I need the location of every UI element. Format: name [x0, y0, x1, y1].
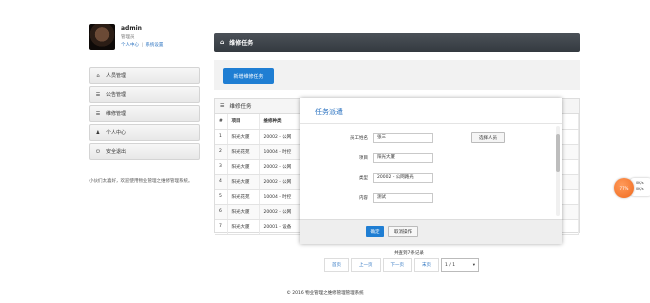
user-name: admin [121, 25, 142, 32]
page-title: 维修任务 [229, 40, 254, 47]
table-title: 维修任务 [229, 104, 252, 110]
cell-project: 阳光大厦 [227, 204, 260, 220]
sidebar-item-notice[interactable]: ☰ 公告管理 [89, 86, 200, 103]
power-icon: ⏻ [96, 148, 100, 155]
employee-name-label: 员工姓名 [350, 136, 368, 141]
cell-project: 阳光大厦 [227, 219, 260, 235]
project-label: 项目 [359, 156, 368, 161]
download-speed: 0K/s [636, 187, 644, 191]
type-label: 类型 [359, 176, 368, 181]
sidebar-item-label: 人员管理 [106, 73, 127, 79]
cell-index: 5 [215, 189, 228, 205]
cell-index: 1 [215, 129, 228, 145]
memory-widget[interactable]: 77% [614, 178, 634, 198]
modal-scrollbar[interactable] [556, 126, 560, 216]
sidebar-item-repair[interactable]: ☰ 维修管理 [89, 105, 200, 122]
modal-title: 任务派遣 [315, 108, 343, 116]
cell-project: 阳光花苑 [227, 144, 260, 160]
footer-copyright: © 2016 物业管理之维修管理管理系统 [286, 291, 364, 296]
cell-project: 阳光大厦 [227, 129, 260, 145]
personal-center-link[interactable]: 个人中心 [121, 43, 139, 48]
home-icon: ⌂ [220, 39, 225, 46]
dispatch-modal: 任务派遣 员工姓名 张三 选择人员 项目 阳光大厦 类型 20002 - 公网路… [300, 98, 562, 244]
modal-footer: 确定 取消操作 [300, 219, 562, 244]
next-page-button[interactable]: 下一页 [382, 258, 412, 272]
page-select-value: 1 / 1 [445, 262, 456, 268]
cell-index: 7 [215, 219, 228, 235]
pagination: 首页 上一页 下一页 末页 1 / 1 ▾ [324, 258, 479, 272]
cell-project: 阳光大厦 [227, 159, 260, 175]
col-project: 项目 [227, 114, 260, 130]
page-header: ⌂ 维修任务 [214, 33, 580, 52]
select-staff-button[interactable]: 选择人员 [471, 132, 505, 143]
prev-page-button[interactable]: 上一页 [351, 258, 381, 272]
user-icon: ♟ [95, 129, 101, 136]
sidebar-item-label: 个人中心 [106, 130, 127, 136]
modal-divider [300, 123, 562, 124]
sidebar-item-personnel[interactable]: ⌂ 人员管理 [89, 67, 200, 84]
project-field[interactable]: 阳光大厦 [373, 153, 433, 163]
list-icon: ☰ [95, 110, 101, 117]
user-profile: admin 管理员 个人中心 | 系统设置 [89, 24, 199, 54]
list-icon: ☰ [95, 91, 101, 98]
welcome-text: 小伙们太喜好，欢迎使用物业管理之维修管理系统。 [89, 179, 193, 184]
record-count: 共查到7条记录 [394, 251, 424, 256]
content-label: 内容 [359, 196, 368, 201]
col-index: # [215, 114, 228, 130]
type-field[interactable]: 20002 - 公网路光 [373, 173, 433, 183]
list-icon: ☰ [220, 103, 225, 109]
content-field[interactable]: 测试 [373, 193, 433, 203]
cell-index: 6 [215, 204, 228, 220]
sidebar-item-profile[interactable]: ♟ 个人中心 [89, 124, 200, 141]
system-settings-link[interactable]: 系统设置 [145, 43, 163, 48]
sidebar-item-label: 维修管理 [106, 111, 127, 117]
cell-index: 3 [215, 159, 228, 175]
user-links: 个人中心 | 系统设置 [121, 42, 163, 48]
home-icon: ⌂ [96, 72, 100, 79]
last-page-button[interactable]: 末页 [414, 258, 439, 272]
sidebar-item-logout[interactable]: ⏻ 安全退出 [89, 143, 200, 160]
page-select[interactable]: 1 / 1 ▾ [441, 258, 479, 272]
first-page-button[interactable]: 首页 [324, 258, 349, 272]
link-separator: | [141, 43, 143, 48]
cell-index: 2 [215, 144, 228, 160]
employee-name-field[interactable]: 张三 [373, 133, 433, 143]
sidebar-item-label: 安全退出 [106, 149, 127, 155]
new-repair-task-button[interactable]: 新增维修任务 [223, 68, 274, 84]
cell-project: 阳光花苑 [227, 189, 260, 205]
chevron-down-icon: ▾ [472, 262, 475, 268]
cell-project: 阳光大厦 [227, 174, 260, 190]
sidebar: ⌂ 人员管理 ☰ 公告管理 ☰ 维修管理 ♟ 个人中心 ⏻ 安全退出 [89, 67, 200, 162]
confirm-button[interactable]: 确定 [366, 226, 384, 237]
cell-index: 4 [215, 174, 228, 190]
avatar[interactable] [89, 24, 115, 50]
scrollbar-thumb[interactable] [556, 134, 560, 172]
cancel-button[interactable]: 取消操作 [388, 226, 418, 237]
sidebar-item-label: 公告管理 [106, 92, 127, 98]
user-role: 管理员 [121, 35, 135, 40]
